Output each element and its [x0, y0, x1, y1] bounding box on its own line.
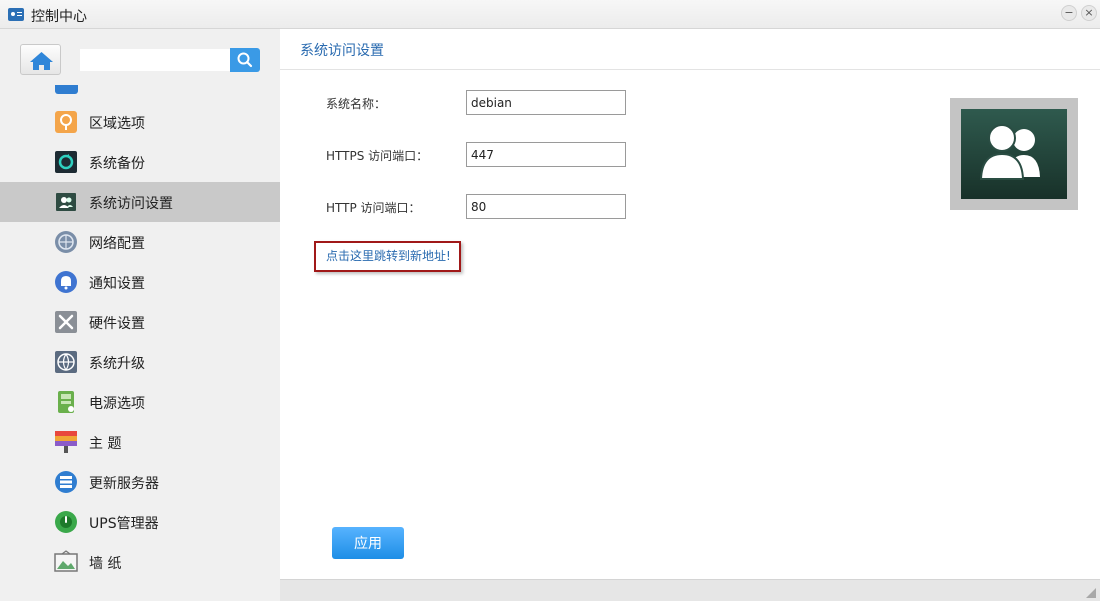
sidebar-item-update-server[interactable]: 更新服务器 [0, 462, 280, 502]
upgrade-icon [55, 351, 77, 373]
home-button[interactable] [20, 44, 61, 75]
search-icon [237, 52, 253, 68]
sidebar-nav: 区域选项 系统备份 系统访问设置 网络配置 通知设置 硬件设置 系统升级 电源选… [0, 102, 280, 582]
resize-grip-icon[interactable] [1086, 588, 1096, 598]
theme-icon [55, 431, 77, 453]
main-panel: 系统访问设置 系统名称： HTTPS 访问端口： HTTP 访问端口： 点击这里… [280, 29, 1100, 579]
minimize-button[interactable]: − [1061, 5, 1077, 21]
sidebar-item-label: 电源选项 [89, 396, 145, 412]
panel-header: 系统访问设置 [280, 29, 1100, 70]
sidebar-item-label: 通知设置 [89, 276, 145, 292]
sidebar-item-access[interactable]: 系统访问设置 [0, 182, 280, 222]
sidebar-item-label: 主 题 [89, 436, 122, 452]
sidebar-item-backup[interactable]: 系统备份 [0, 142, 280, 182]
backup-icon [55, 151, 77, 173]
network-icon [55, 231, 77, 253]
search-input[interactable] [80, 49, 230, 71]
sidebar-item-power[interactable]: 电源选项 [0, 382, 280, 422]
update-server-icon [55, 471, 77, 493]
title-bar: 控制中心 − × [0, 0, 1100, 29]
https-port-field[interactable] [466, 142, 626, 167]
apply-button[interactable]: 应用 [332, 527, 404, 559]
users-icon [979, 124, 1040, 180]
access-icon [56, 193, 76, 211]
close-button[interactable]: × [1081, 5, 1097, 21]
notification-icon [55, 271, 77, 293]
sidebar-item-notification[interactable]: 通知设置 [0, 262, 280, 302]
system-name-field[interactable] [466, 90, 626, 115]
access-settings-illustration [950, 98, 1078, 210]
sidebar-item-label: 系统升级 [89, 356, 145, 372]
wallpaper-icon [54, 550, 78, 572]
sidebar-item-upgrade[interactable]: 系统升级 [0, 342, 280, 382]
sidebar-item-label: 墙 纸 [89, 556, 122, 572]
power-icon [58, 391, 74, 413]
home-icon [30, 52, 53, 70]
control-center-icon [8, 8, 24, 21]
sidebar-item-label: 更新服务器 [89, 476, 159, 492]
system-name-label: 系统名称： [326, 97, 387, 111]
sidebar: 区域选项 系统备份 系统访问设置 网络配置 通知设置 硬件设置 系统升级 电源选… [0, 29, 280, 601]
sidebar-item-label: 网络配置 [89, 236, 145, 252]
http-port-field[interactable] [466, 194, 626, 219]
sidebar-item-region[interactable]: 区域选项 [0, 102, 280, 142]
window-title: 控制中心 [31, 9, 87, 25]
sidebar-item-label: UPS管理器 [89, 516, 159, 532]
jump-to-new-address-link[interactable]: 点击这里跳转到新地址! [314, 241, 461, 272]
sidebar-item-label: 系统访问设置 [89, 196, 173, 212]
sidebar-item-ups[interactable]: UPS管理器 [0, 502, 280, 542]
region-icon [55, 111, 77, 133]
sidebar-item-label: 系统备份 [89, 156, 145, 172]
sidebar-item-label: 硬件设置 [89, 316, 145, 332]
sidebar-item-wallpaper[interactable]: 墙 纸 [0, 542, 280, 582]
search-button[interactable] [230, 48, 260, 72]
partial-nav-icon [55, 85, 78, 94]
status-bar [280, 579, 1100, 601]
https-port-label: HTTPS 访问端口： [326, 149, 429, 163]
sidebar-item-network[interactable]: 网络配置 [0, 222, 280, 262]
sidebar-item-label: 区域选项 [89, 116, 145, 132]
ups-icon [55, 511, 77, 533]
sidebar-item-hardware[interactable]: 硬件设置 [0, 302, 280, 342]
http-port-label: HTTP 访问端口： [326, 201, 421, 215]
hardware-icon [55, 311, 77, 333]
sidebar-item-theme[interactable]: 主 题 [0, 422, 280, 462]
page-title: 系统访问设置 [300, 43, 384, 59]
